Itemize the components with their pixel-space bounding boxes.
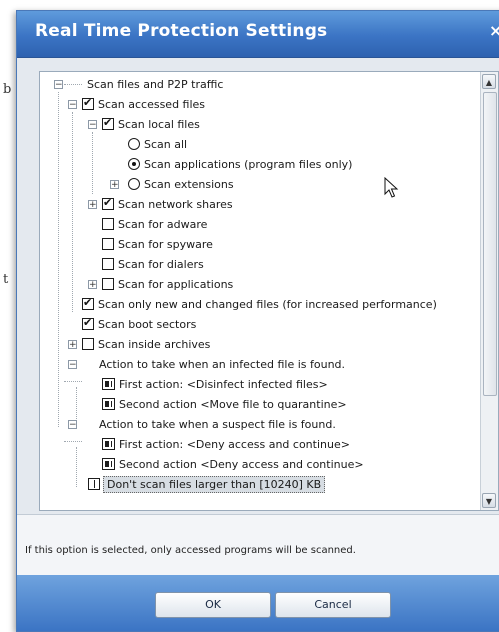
- expand-icon[interactable]: +: [110, 179, 119, 189]
- collapse-icon[interactable]: −: [54, 79, 63, 89]
- tree-item-label: Scan all: [144, 137, 188, 151]
- dialog-title: Real Time Protection Settings: [35, 21, 328, 41]
- collapse-icon[interactable]: −: [68, 359, 77, 369]
- scroll-up-button[interactable]: ▲: [482, 74, 496, 89]
- checkbox[interactable]: [82, 338, 94, 350]
- tree-item-suspect-second-action[interactable]: Second action <Deny access and continue>: [102, 454, 364, 474]
- tree-item-label: Scan only new and changed files (for inc…: [98, 297, 437, 311]
- scroll-down-button[interactable]: ▼: [482, 493, 496, 508]
- scrollbar-thumb[interactable]: [483, 92, 497, 396]
- checkbox[interactable]: [102, 116, 114, 130]
- tree-item-label: Second action <Deny access and continue>: [119, 457, 364, 471]
- tree-guide-line: [72, 112, 73, 312]
- radio-button[interactable]: [128, 178, 140, 190]
- tree-item-scan-adware[interactable]: Scan for adware: [102, 214, 207, 234]
- action-icon: [102, 438, 115, 450]
- tree-item-scan-boot-sectors[interactable]: Scan boot sectors: [82, 314, 196, 334]
- collapse-icon[interactable]: −: [88, 119, 97, 129]
- tree-item-label: Scan accessed files: [98, 97, 206, 111]
- tree-item-scan-spyware[interactable]: Scan for spyware: [102, 234, 213, 254]
- action-icon: [102, 378, 115, 390]
- checkbox[interactable]: [102, 196, 114, 210]
- tree-item-label: Scan for spyware: [118, 237, 213, 251]
- collapse-icon[interactable]: −: [68, 99, 77, 109]
- tree-item-scan-all[interactable]: Scan all: [128, 134, 187, 154]
- action-icon: [102, 458, 115, 470]
- tree-item-scan-extensions[interactable]: + Scan extensions: [110, 174, 234, 194]
- close-icon[interactable]: ×: [489, 21, 499, 40]
- checkbox[interactable]: [102, 238, 114, 250]
- tree-item-scan-archives[interactable]: + Scan inside archives: [68, 334, 210, 354]
- tree-guide-line: [58, 92, 59, 427]
- checkbox[interactable]: [102, 218, 114, 230]
- tree-item-label: Scan for applications: [118, 277, 234, 291]
- title-bar: Real Time Protection Settings ×: [17, 11, 499, 58]
- tree-item-label: Scan local files: [118, 117, 200, 131]
- tree-item-label: Action to take when an infected file is …: [99, 357, 346, 371]
- tree-item-label: Scan for adware: [118, 217, 208, 231]
- tree-item-scan-applications[interactable]: Scan applications (program files only): [128, 154, 352, 174]
- expand-icon[interactable]: +: [88, 279, 97, 289]
- background-letter: b: [3, 82, 12, 97]
- edit-field-icon: [88, 478, 100, 490]
- tree-item-label: Second action <Move file to quarantine>: [119, 397, 347, 411]
- tree-item-label: Scan inside archives: [98, 337, 211, 351]
- tree-item-scan-accessed-files[interactable]: − Scan accessed files: [68, 94, 205, 114]
- expand-icon[interactable]: +: [68, 339, 77, 349]
- tree-item-scan-applications-type[interactable]: + Scan for applications: [88, 274, 233, 294]
- tree-item-label: First action: <Disinfect infected files>: [119, 377, 328, 391]
- radio-button[interactable]: [128, 138, 140, 150]
- settings-dialog: Real Time Protection Settings × − Scan f…: [16, 10, 499, 632]
- action-icon: [102, 398, 115, 410]
- tree-item-label: Scan network shares: [118, 197, 233, 211]
- tree-item-suspect-action[interactable]: − Action to take when a suspect file is …: [68, 414, 336, 434]
- settings-tree: − Scan files and P2P traffic − Scan acce…: [40, 72, 480, 510]
- description-text: If this option is selected, only accesse…: [25, 545, 356, 556]
- ok-button[interactable]: OK: [155, 592, 271, 618]
- checkbox[interactable]: [82, 96, 94, 110]
- tree-item-label: Action to take when a suspect file is fo…: [99, 417, 336, 431]
- mouse-pointer-icon: [384, 177, 399, 198]
- cancel-button[interactable]: Cancel: [275, 592, 391, 618]
- vertical-scrollbar[interactable]: ▲ ▼: [480, 72, 498, 510]
- tree-item-label: Scan boot sectors: [98, 317, 197, 331]
- checkbox[interactable]: [82, 316, 94, 330]
- tree-item-suspect-first-action[interactable]: First action: <Deny access and continue>: [102, 434, 350, 454]
- tree-item-scan-new-changed[interactable]: Scan only new and changed files (for inc…: [82, 294, 437, 314]
- tree-item-label: Don't scan files larger than [10240] KB: [103, 475, 326, 493]
- tree-item-scan-network-shares[interactable]: + Scan network shares: [88, 194, 233, 214]
- tree-item-label: Scan applications (program files only): [144, 157, 353, 171]
- checkbox[interactable]: [102, 278, 114, 290]
- tree-item-scan-dialers[interactable]: Scan for dialers: [102, 254, 204, 274]
- tree-item-label: Scan extensions: [144, 177, 234, 191]
- button-bar: OK Cancel: [17, 575, 499, 631]
- settings-tree-panel: − Scan files and P2P traffic − Scan acce…: [39, 71, 499, 511]
- description-panel: If this option is selected, only accesse…: [17, 514, 499, 576]
- tree-guide-line: [76, 447, 77, 487]
- background-letter: t: [3, 272, 9, 287]
- checkbox[interactable]: [102, 258, 114, 270]
- tree-item-scan-files-p2p[interactable]: − Scan files and P2P traffic: [54, 74, 223, 94]
- tree-item-scan-local-files[interactable]: − Scan local files: [88, 114, 200, 134]
- tree-guide-line: [92, 132, 93, 194]
- collapse-icon[interactable]: −: [68, 419, 77, 429]
- tree-item-label: First action: <Deny access and continue>: [119, 437, 350, 451]
- tree-item-label: Scan for dialers: [118, 257, 204, 271]
- tree-item-infected-first-action[interactable]: First action: <Disinfect infected files>: [102, 374, 328, 394]
- tree-item-infected-second-action[interactable]: Second action <Move file to quarantine>: [102, 394, 347, 414]
- checkbox[interactable]: [82, 296, 94, 310]
- tree-item-max-file-size[interactable]: Don't scan files larger than [10240] KB: [88, 474, 326, 494]
- tree-guide-line: [64, 441, 82, 442]
- tree-item-infected-action[interactable]: − Action to take when an infected file i…: [68, 354, 345, 374]
- tree-guide-line: [64, 381, 82, 382]
- tree-item-label: Scan files and P2P traffic: [87, 77, 224, 91]
- radio-button-selected[interactable]: [128, 158, 140, 170]
- expand-icon[interactable]: +: [88, 199, 97, 209]
